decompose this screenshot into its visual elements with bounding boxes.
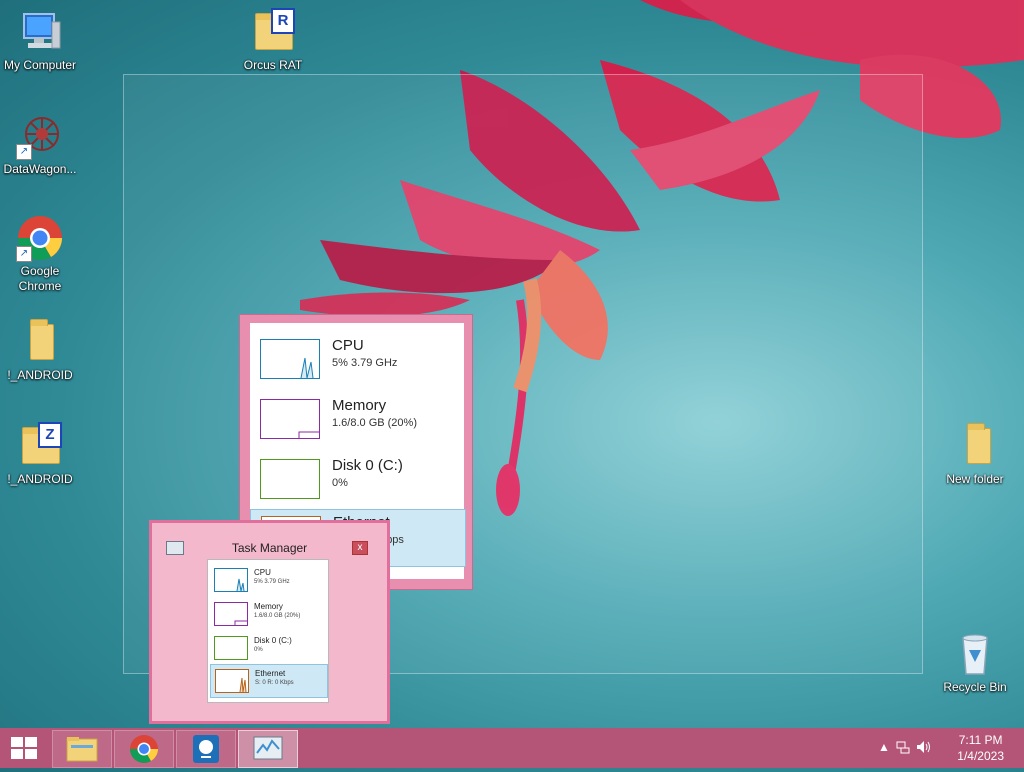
taskbar-app-button[interactable] bbox=[176, 730, 236, 768]
archive-folder-icon: R bbox=[249, 8, 297, 56]
taskbar-task-manager-button[interactable] bbox=[238, 730, 298, 768]
tm-row-memory[interactable]: Memory 1.6/8.0 GB (20%) bbox=[210, 598, 326, 630]
computer-icon bbox=[16, 8, 64, 56]
memory-graph bbox=[214, 602, 248, 626]
desktop-icon-orcus-rat[interactable]: R Orcus RAT bbox=[233, 8, 313, 73]
start-button[interactable] bbox=[0, 728, 48, 768]
folder-icon bbox=[951, 422, 999, 470]
perf-row-disk[interactable]: Disk 0 (C:) 0% bbox=[250, 453, 464, 509]
chrome-icon bbox=[130, 735, 158, 763]
clock[interactable]: 7:11 PM 1/4/2023 bbox=[957, 732, 1004, 764]
desktop-icon-android-folder[interactable]: !_ANDROID bbox=[0, 318, 80, 383]
archive-folder-icon: Z bbox=[16, 422, 64, 470]
disk-graph bbox=[214, 636, 248, 660]
clock-time: 7:11 PM bbox=[958, 733, 1003, 747]
perf-row-cpu[interactable]: CPU 5% 3.79 GHz bbox=[250, 333, 464, 389]
clock-date: 1/4/2023 bbox=[957, 749, 1004, 763]
app-icon bbox=[193, 735, 219, 763]
desktop-icon-new-folder[interactable]: New folder bbox=[935, 422, 1015, 487]
taskbar: ▲ 7:11 PM 1/4/2023 bbox=[0, 728, 1024, 768]
task-manager-window[interactable]: Task Manager x CPU 5% 3.79 GHz Memory 1.… bbox=[149, 520, 390, 724]
desktop-icon-recycle-bin[interactable]: Recycle Bin bbox=[935, 630, 1015, 695]
windows-logo-icon bbox=[11, 737, 37, 759]
file-explorer-icon bbox=[66, 737, 98, 762]
taskbar-file-explorer-button[interactable] bbox=[52, 730, 112, 768]
folder-icon bbox=[16, 318, 64, 366]
memory-graph bbox=[260, 399, 320, 439]
tm-row-disk[interactable]: Disk 0 (C:) 0% bbox=[210, 632, 326, 664]
desktop-icon-google-chrome[interactable]: ↗ Google Chrome bbox=[0, 214, 80, 294]
desktop-icon-my-computer[interactable]: My Computer bbox=[0, 8, 80, 73]
system-tray: ▲ 7:11 PM 1/4/2023 bbox=[864, 728, 1024, 768]
network-icon[interactable] bbox=[896, 740, 910, 757]
task-manager-titlebar[interactable]: Task Manager x bbox=[152, 523, 387, 555]
desktop-icon-datawagon[interactable]: ↗ DataWagon... bbox=[0, 112, 80, 177]
disk-graph bbox=[260, 459, 320, 499]
recycle-bin-icon bbox=[951, 630, 999, 678]
tm-row-ethernet[interactable]: Ethernet S: 0 R: 0 Kbps bbox=[210, 664, 328, 698]
volume-icon[interactable] bbox=[916, 740, 932, 757]
ethernet-graph bbox=[215, 669, 249, 693]
tm-row-cpu[interactable]: CPU 5% 3.79 GHz bbox=[210, 564, 326, 596]
shortcut-arrow-icon: ↗ bbox=[16, 246, 32, 262]
task-manager-performance-panel: CPU 5% 3.79 GHz Memory 1.6/8.0 GB (20%) … bbox=[207, 559, 329, 703]
datawagon-icon: ↗ bbox=[16, 112, 64, 160]
close-button[interactable]: x bbox=[352, 541, 368, 555]
shortcut-arrow-icon: ↗ bbox=[16, 144, 32, 160]
desktop-icon-android-archive[interactable]: Z !_ANDROID bbox=[0, 422, 80, 487]
chrome-icon: ↗ bbox=[16, 214, 64, 262]
chevron-up-icon[interactable]: ▲ bbox=[878, 740, 890, 754]
task-manager-icon bbox=[253, 736, 283, 760]
perf-row-memory[interactable]: Memory 1.6/8.0 GB (20%) bbox=[250, 393, 464, 449]
cpu-graph bbox=[214, 568, 248, 592]
cpu-graph bbox=[260, 339, 320, 379]
taskbar-chrome-button[interactable] bbox=[114, 730, 174, 768]
